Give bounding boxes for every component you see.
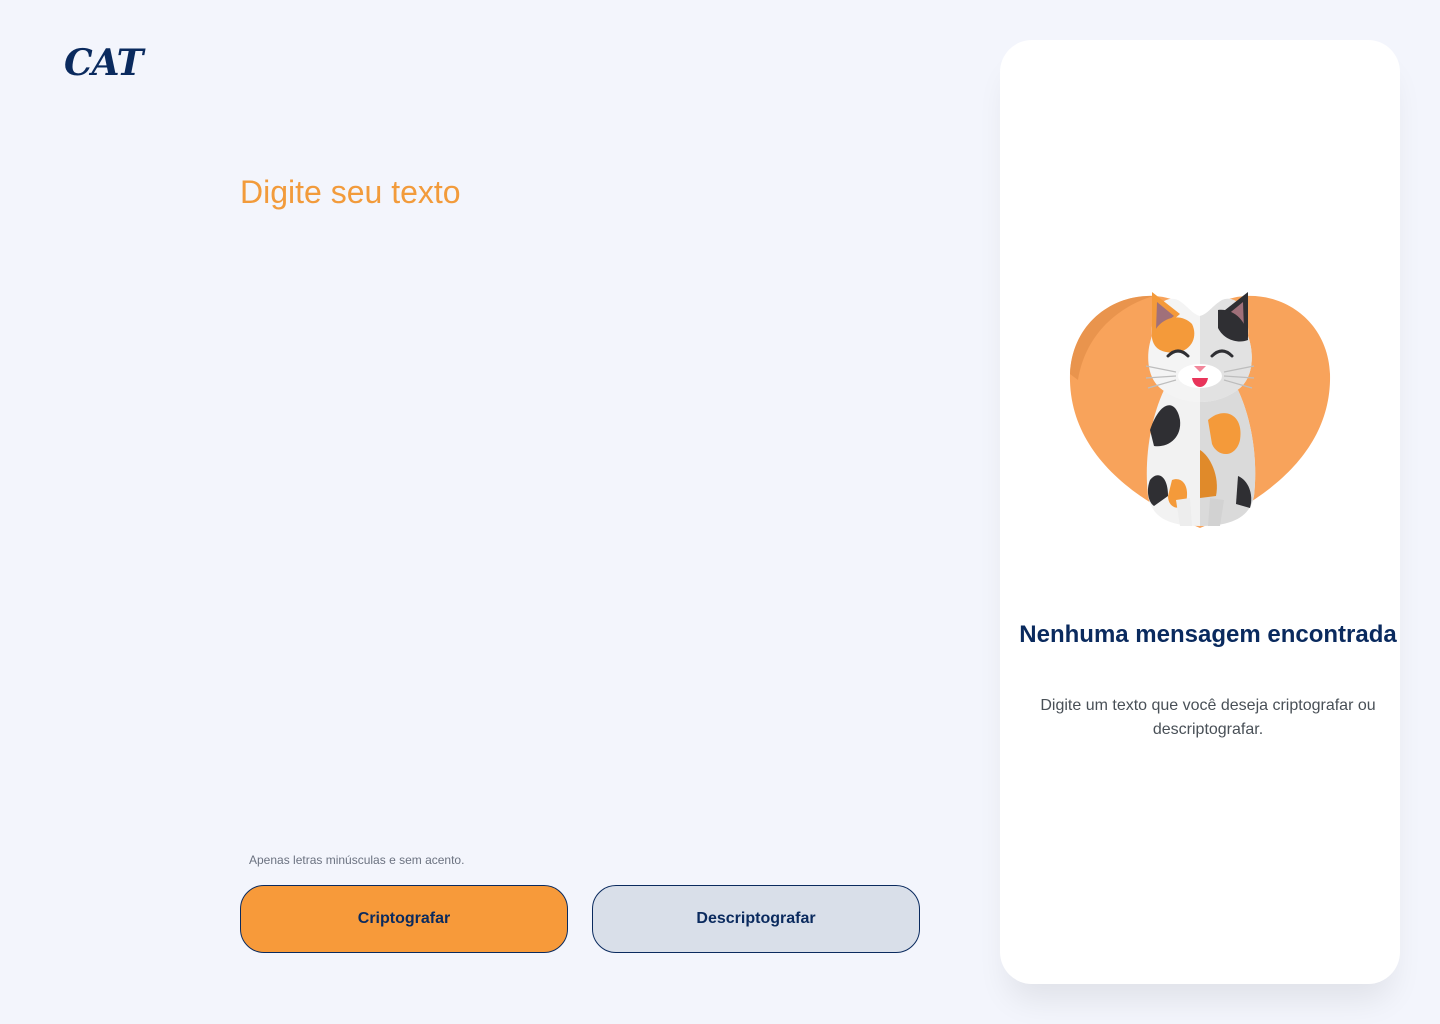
decrypt-button[interactable]: Descriptografar [592,885,920,953]
cat-illustration [1069,292,1331,528]
empty-state-description: Digite um texto que você deseja criptogr… [1040,697,1376,738]
encrypt-button-label: Criptografar [357,910,451,927]
encrypt-button[interactable]: Criptografar [240,885,568,953]
output-panel: Nenhuma mensagem encontrada Digite um te… [1000,40,1400,984]
text-input[interactable] [240,170,920,810]
brand-logo: CAT [64,42,143,84]
input-hint-text: Apenas letras minúsculas e sem acento. [249,853,465,867]
input-hint: Apenas letras minúsculas e sem acento. [249,853,464,867]
decrypt-button-label: Descriptografar [696,910,816,927]
empty-state-title: Nenhuma mensagem encontrada [1019,621,1397,648]
